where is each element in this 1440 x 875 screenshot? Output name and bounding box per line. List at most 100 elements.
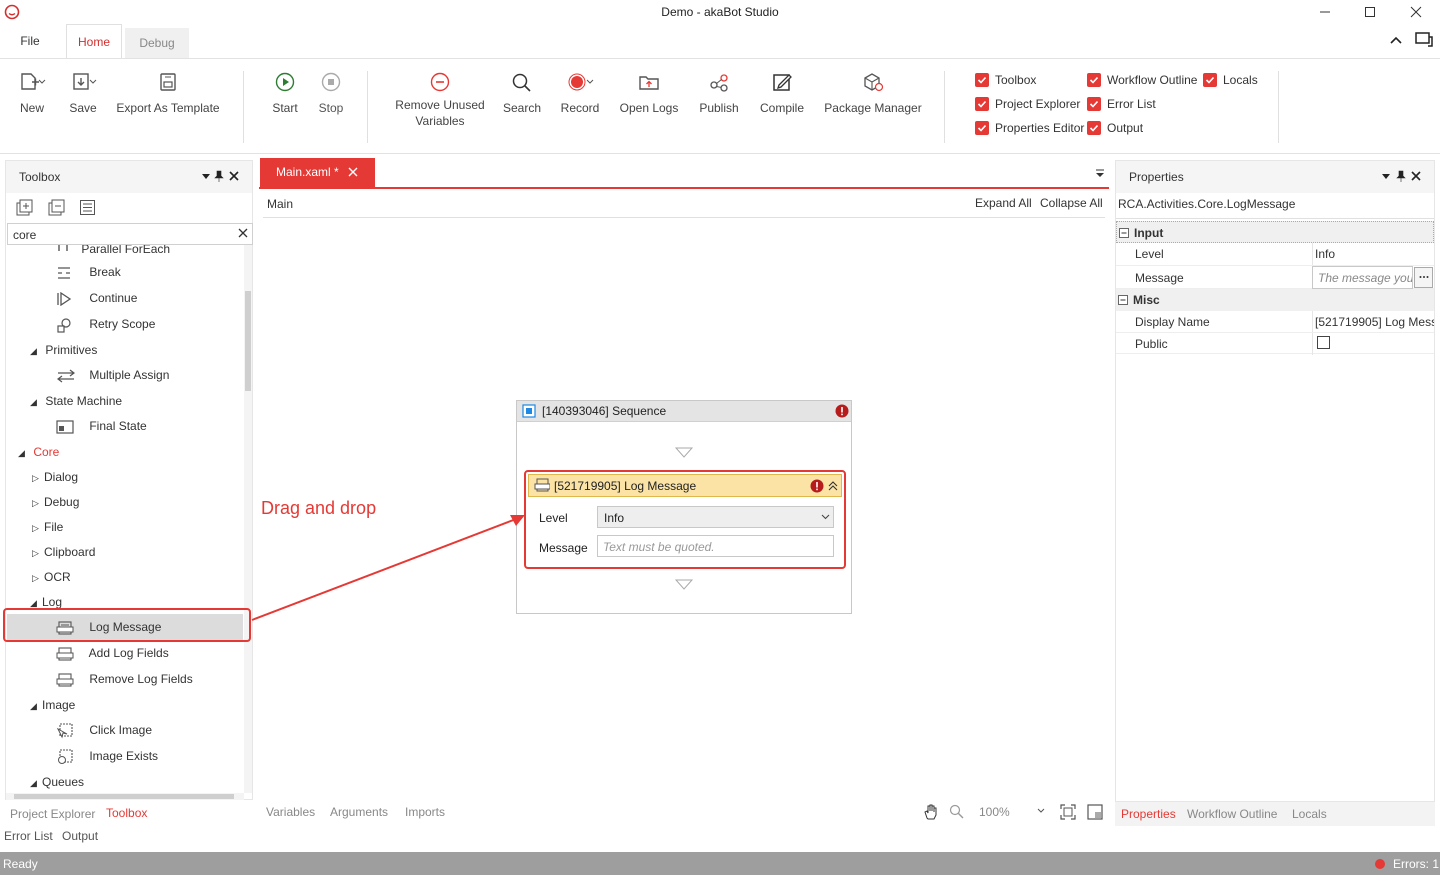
- tree-item-break[interactable]: Break: [56, 260, 121, 284]
- tree-group-clipboard[interactable]: ▷ Clipboard: [32, 540, 95, 564]
- ellipsis-button[interactable]: [1414, 267, 1433, 288]
- tree-item-continue[interactable]: Continue: [56, 286, 137, 310]
- tab-variables[interactable]: Variables: [266, 805, 315, 819]
- collapse-box-icon[interactable]: [1119, 228, 1129, 238]
- log-message-activity[interactable]: [521719905] Log Message Level Info Messa…: [524, 470, 846, 569]
- zoom-icon[interactable]: [949, 804, 965, 820]
- compile-button[interactable]: Compile: [755, 67, 809, 115]
- collapse-ribbon-icon[interactable]: [1388, 33, 1404, 47]
- expand-all-icon[interactable]: [15, 199, 35, 217]
- sequence-activity[interactable]: [140393046] Sequence [521719905] Log Mes…: [516, 400, 852, 614]
- maximize-button[interactable]: [1358, 2, 1382, 22]
- tab-properties[interactable]: Properties: [1121, 807, 1176, 821]
- prop-row-display-name[interactable]: Display Name [521719905] Log Mess: [1116, 311, 1434, 333]
- close-icon[interactable]: [228, 170, 240, 182]
- dropdown-arrow-icon[interactable]: [1381, 171, 1391, 181]
- clear-search-icon[interactable]: [238, 228, 248, 238]
- close-icon[interactable]: [1410, 170, 1422, 182]
- toolbox-search-input[interactable]: core: [7, 223, 253, 245]
- sequence-header[interactable]: [140393046] Sequence: [517, 401, 851, 422]
- tab-arguments[interactable]: Arguments: [330, 805, 388, 819]
- tab-error-list[interactable]: Error List: [4, 829, 53, 843]
- prop-row-public[interactable]: Public: [1116, 332, 1434, 355]
- toolbox-horizontal-scrollbar[interactable]: [6, 793, 244, 800]
- tree-group-image[interactable]: ◢ Image: [30, 693, 75, 717]
- search-button[interactable]: Search: [500, 67, 544, 115]
- tree-item-click-image[interactable]: Click Image: [56, 718, 152, 742]
- list-view-icon[interactable]: [79, 199, 97, 217]
- message-input[interactable]: Text must be quoted.: [597, 535, 834, 557]
- toggle-error-list[interactable]: Error List: [1087, 95, 1156, 113]
- expand-all-link[interactable]: Expand All: [975, 196, 1032, 210]
- category-input[interactable]: Input: [1116, 221, 1434, 243]
- level-select[interactable]: Info: [597, 506, 834, 528]
- scrollbar-thumb[interactable]: [245, 291, 251, 391]
- save-button[interactable]: Save: [62, 67, 104, 115]
- toggle-toolbox[interactable]: Toolbox: [975, 71, 1036, 89]
- tab-file[interactable]: File: [10, 24, 50, 59]
- tree-group-primitives[interactable]: ◢ Primitives: [30, 338, 97, 362]
- category-misc[interactable]: Misc: [1116, 289, 1434, 311]
- new-button[interactable]: New: [10, 67, 54, 115]
- tree-item-retry-scope[interactable]: Retry Scope: [56, 312, 155, 336]
- tab-overflow-icon[interactable]: [1095, 169, 1105, 179]
- stop-button[interactable]: Stop: [312, 67, 350, 115]
- prop-row-level[interactable]: Level Info: [1116, 243, 1434, 265]
- tab-workflow-outline[interactable]: Workflow Outline: [1187, 807, 1277, 821]
- pin-icon[interactable]: [1396, 170, 1406, 182]
- toggle-output[interactable]: Output: [1087, 119, 1143, 137]
- scrollbar-thumb[interactable]: [14, 794, 234, 799]
- error-icon[interactable]: [835, 404, 849, 418]
- toggle-locals[interactable]: Locals: [1203, 71, 1258, 89]
- prop-message-input[interactable]: The message you: [1312, 266, 1413, 289]
- tab-output[interactable]: Output: [62, 829, 98, 843]
- collapse-all-icon[interactable]: [47, 199, 67, 217]
- tree-item-image-exists[interactable]: Image Exists: [56, 744, 158, 768]
- tree-item-add-log-fields[interactable]: Add Log Fields: [56, 641, 169, 665]
- start-button[interactable]: Start: [266, 67, 304, 115]
- tree-group-file[interactable]: ▷ File: [32, 515, 63, 539]
- record-button[interactable]: Record: [556, 67, 604, 115]
- prop-value-level[interactable]: Info: [1315, 243, 1335, 265]
- tree-group-ocr[interactable]: ▷ OCR: [32, 565, 71, 589]
- zoom-dropdown-icon[interactable]: [1037, 808, 1045, 814]
- error-count[interactable]: Errors: 1: [1393, 857, 1439, 871]
- tree-group-debug[interactable]: ▷ Debug: [32, 490, 79, 514]
- publish-button[interactable]: Publish: [694, 67, 744, 115]
- tree-group-queues[interactable]: ◢ Queues: [30, 770, 84, 793]
- toolbox-vertical-scrollbar[interactable]: [244, 245, 252, 793]
- remove-unused-variables-button[interactable]: Remove Unused Variables: [390, 67, 490, 129]
- overview-icon[interactable]: [1087, 804, 1103, 820]
- prop-row-message[interactable]: Message The message you: [1116, 265, 1434, 289]
- collapse-activity-icon[interactable]: [827, 480, 839, 492]
- collapse-box-icon[interactable]: [1118, 295, 1128, 305]
- prop-value-display-name[interactable]: [521719905] Log Mess: [1315, 311, 1434, 333]
- close-tab-icon[interactable]: [348, 167, 358, 177]
- tree-group-state-machine[interactable]: ◢ State Machine: [30, 389, 122, 413]
- tab-toolbox[interactable]: Toolbox: [106, 806, 147, 820]
- minimize-button[interactable]: [1313, 2, 1337, 22]
- dropdown-arrow-icon[interactable]: [201, 171, 211, 181]
- toggle-properties-editor[interactable]: Properties Editor: [975, 119, 1084, 137]
- error-icon[interactable]: [810, 479, 824, 493]
- toggle-workflow-outline[interactable]: Workflow Outline: [1087, 71, 1197, 89]
- hand-pan-icon[interactable]: [922, 803, 940, 821]
- tree-item-remove-log-fields[interactable]: Remove Log Fields: [56, 667, 193, 691]
- close-window-button[interactable]: [1404, 2, 1428, 22]
- toggle-project-explorer[interactable]: Project Explorer: [975, 95, 1080, 113]
- tree-item-parallel-foreach[interactable]: Parallel ForEach: [56, 245, 170, 261]
- collapse-all-link[interactable]: Collapse All: [1040, 196, 1103, 210]
- tab-home[interactable]: Home: [66, 24, 122, 59]
- breadcrumb[interactable]: Main: [267, 197, 293, 211]
- tab-debug[interactable]: Debug: [125, 28, 189, 58]
- tab-main-xaml[interactable]: Main.xaml *: [260, 158, 375, 187]
- feedback-icon[interactable]: [1414, 31, 1434, 49]
- package-manager-button[interactable]: Package Manager: [822, 67, 924, 115]
- open-logs-button[interactable]: Open Logs: [617, 67, 681, 115]
- tab-imports[interactable]: Imports: [405, 805, 445, 819]
- tree-item-multiple-assign[interactable]: Multiple Assign: [56, 363, 169, 387]
- tab-project-explorer[interactable]: Project Explorer: [10, 807, 95, 821]
- tab-locals[interactable]: Locals: [1292, 807, 1327, 821]
- tree-item-final-state[interactable]: Final State: [56, 414, 147, 438]
- tree-group-dialog[interactable]: ▷ Dialog: [32, 465, 78, 489]
